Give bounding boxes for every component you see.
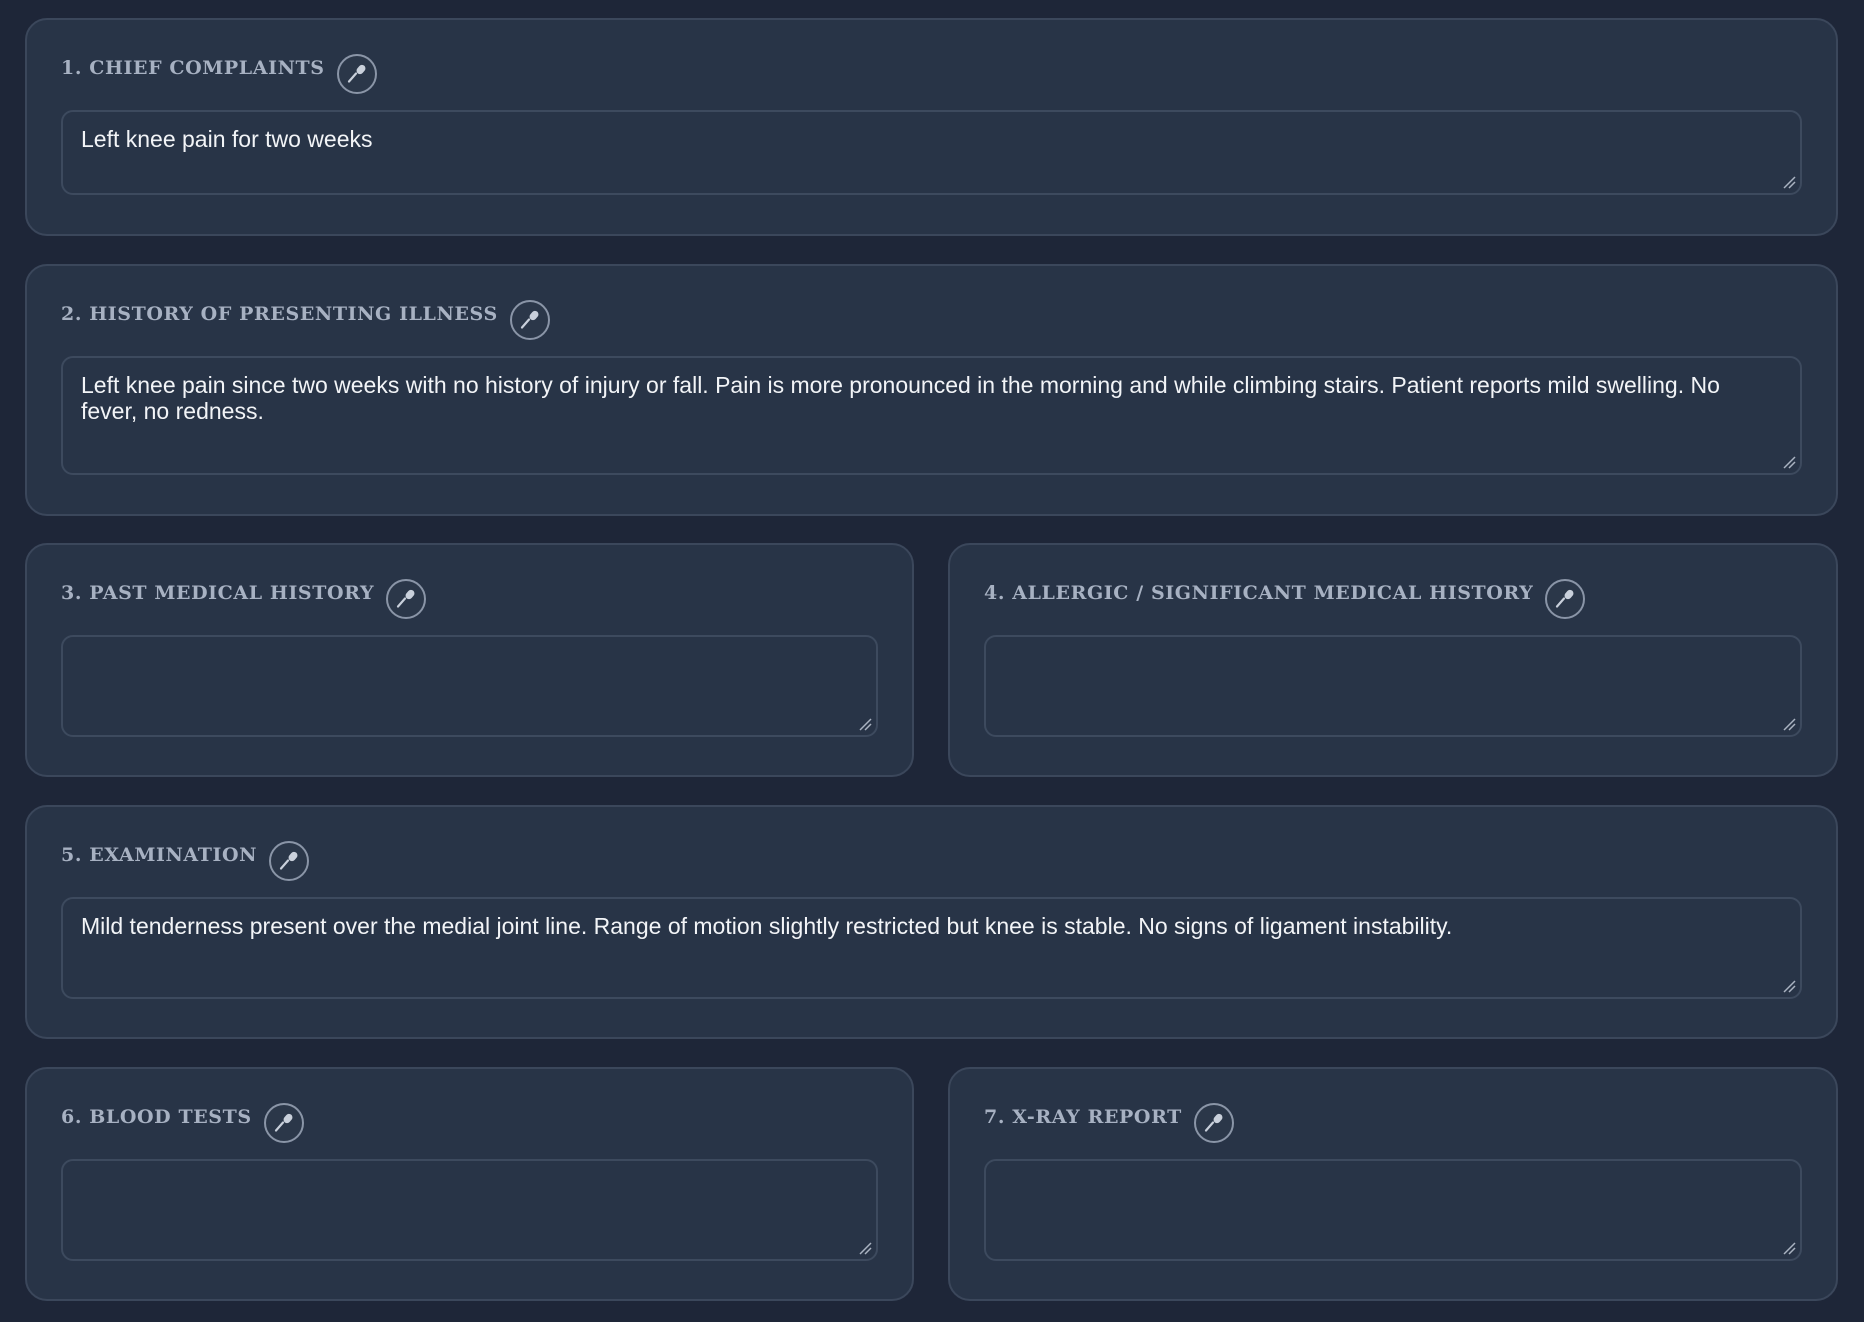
examination-value: Mild tenderness present over the medial … <box>81 913 1453 939</box>
microphone-icon[interactable] <box>386 579 427 619</box>
microphone-icon[interactable] <box>336 54 377 94</box>
resize-handle-icon[interactable] <box>1782 979 1796 993</box>
x-ray-report-input[interactable] <box>984 1159 1802 1261</box>
section-history-of-presenting-illness: 2. HISTORY OF PRESENTING ILLNESS Left kn… <box>25 264 1838 516</box>
section-title: 3. PAST MEDICAL HISTORY <box>61 582 375 604</box>
section-title: 7. X-RAY REPORT <box>984 1106 1182 1128</box>
allergic-significant-medical-history-input[interactable] <box>984 635 1802 737</box>
chief-complaints-value: Left knee pain for two weeks <box>81 126 373 152</box>
section-title: 6. BLOOD TESTS <box>61 1106 252 1128</box>
section-blood-tests: 6. BLOOD TESTS <box>25 1067 914 1301</box>
microphone-icon[interactable] <box>1193 1103 1234 1143</box>
section-past-medical-history: 3. PAST MEDICAL HISTORY <box>25 543 914 777</box>
section-header: 3. PAST MEDICAL HISTORY <box>61 571 427 619</box>
resize-handle-icon[interactable] <box>1782 175 1796 189</box>
section-header: 2. HISTORY OF PRESENTING ILLNESS <box>61 292 550 340</box>
section-title: 4. ALLERGIC / SIGNIFICANT MEDICAL HISTOR… <box>984 582 1534 604</box>
microphone-icon[interactable] <box>509 300 550 340</box>
resize-handle-icon[interactable] <box>858 717 872 731</box>
microphone-icon[interactable] <box>263 1103 304 1143</box>
section-title: 2. HISTORY OF PRESENTING ILLNESS <box>61 303 498 325</box>
microphone-icon[interactable] <box>1545 579 1586 619</box>
resize-handle-icon[interactable] <box>1782 717 1796 731</box>
section-title: 1. CHIEF COMPLAINTS <box>61 57 325 79</box>
section-allergic-significant-medical-history: 4. ALLERGIC / SIGNIFICANT MEDICAL HISTOR… <box>948 543 1838 777</box>
section-header: 7. X-RAY REPORT <box>984 1095 1234 1143</box>
examination-input[interactable]: Mild tenderness present over the medial … <box>61 897 1802 999</box>
section-header: 6. BLOOD TESTS <box>61 1095 304 1143</box>
section-examination: 5. EXAMINATION Mild tenderness present o… <box>25 805 1838 1039</box>
section-header: 1. CHIEF COMPLAINTS <box>61 46 377 94</box>
resize-handle-icon[interactable] <box>858 1241 872 1255</box>
clinical-notes-form: 1. CHIEF COMPLAINTS Left knee pain for t… <box>0 0 1864 1322</box>
resize-handle-icon[interactable] <box>1782 1241 1796 1255</box>
history-of-presenting-illness-input[interactable]: Left knee pain since two weeks with no h… <box>61 356 1802 475</box>
history-of-presenting-illness-value: Left knee pain since two weeks with no h… <box>81 372 1720 424</box>
past-medical-history-input[interactable] <box>61 635 878 737</box>
section-header: 4. ALLERGIC / SIGNIFICANT MEDICAL HISTOR… <box>984 571 1586 619</box>
microphone-icon[interactable] <box>269 841 310 881</box>
section-title: 5. EXAMINATION <box>61 844 258 866</box>
section-header: 5. EXAMINATION <box>61 833 310 881</box>
chief-complaints-input[interactable]: Left knee pain for two weeks <box>61 110 1802 195</box>
resize-handle-icon[interactable] <box>1782 455 1796 469</box>
section-x-ray-report: 7. X-RAY REPORT <box>948 1067 1838 1301</box>
blood-tests-input[interactable] <box>61 1159 878 1261</box>
section-chief-complaints: 1. CHIEF COMPLAINTS Left knee pain for t… <box>25 18 1838 236</box>
